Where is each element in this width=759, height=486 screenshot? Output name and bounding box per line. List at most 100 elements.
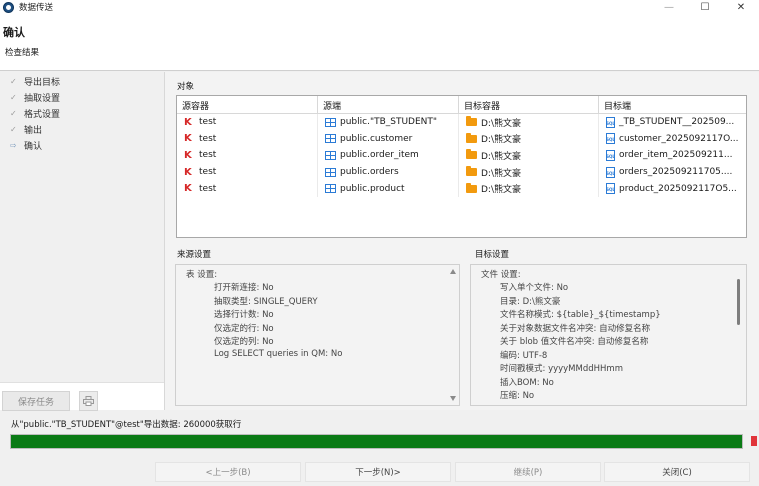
cell-text: public.order_item [340,150,419,161]
sql-file-icon: SQL [606,149,615,161]
scroll-down-icon[interactable] [450,396,456,401]
wizard-header: 确认 检查结果 [0,14,759,71]
export-progress-bar [10,434,743,449]
cell-target: SQL customer_2025092117O... [599,131,746,148]
step-label: 输出 [24,125,43,136]
settings-line: 编码: UTF-8 [500,350,548,361]
save-task-button[interactable]: 保存任务 [2,391,70,411]
close-window-button[interactable]: ✕ [723,0,759,14]
settings-line: 插入BOM: No [500,377,554,388]
cell-text: public.orders [340,167,399,178]
maximize-button[interactable]: ☐ [687,0,723,14]
objects-table: 源容器 源端 目标容器 目标端 Ktest public."TB_STUDENT… [176,95,747,238]
cell-source-container: Ktest [177,114,318,131]
cell-text: test [199,167,217,178]
step-export-target[interactable]: ✓ 导出目标 [10,74,60,88]
table-icon [325,184,336,194]
database-icon: K [184,166,192,178]
cell-source: public."TB_STUDENT" [318,114,459,131]
window-title: 数据传送 [19,3,54,13]
cell-text: D:\熊文豪 [481,168,521,179]
sql-file-icon: SQL [606,166,615,178]
step-label: 导出目标 [24,77,61,88]
page-title: 确认 [3,26,25,39]
cell-source: public.customer [318,130,459,148]
table-row[interactable]: Ktest public.orders D:\熊文豪 SQL orders_202… [177,163,746,181]
cell-target-container: D:\熊文豪 [459,114,599,131]
cell-text: test [199,133,217,144]
settings-line: 目录: D:\熊文豪 [500,296,561,307]
step-output[interactable]: ✓ 输出 [10,122,42,136]
cell-text: _TB_STUDENT__202509... [619,117,735,128]
cell-source-container: Ktest [177,180,318,197]
target-settings-panel[interactable]: 文件 设置: 写入单个文件: No 目录: D:\熊文豪 文件名称模式: ${t… [470,264,747,406]
column-header-target[interactable]: 目标端 [599,96,746,114]
cell-target-container: D:\熊文豪 [459,130,599,148]
database-icon: K [184,183,192,195]
window-controls: — ☐ ✕ [651,0,759,14]
wizard-steps-panel: ✓ 导出目标 ✓ 抽取设置 ✓ 格式设置 ✓ 输出 ⇨ 确认 [0,72,164,410]
settings-heading: 表 设置: [186,270,218,280]
step-confirm[interactable]: ⇨ 确认 [10,138,42,152]
table-icon [325,117,336,127]
table-row[interactable]: Ktest public."TB_STUDENT" D:\熊文豪 SQL _TB_… [177,114,746,131]
column-header-target-container[interactable]: 目标容器 [459,96,599,114]
next-button[interactable]: 下一步(N)> [305,462,451,482]
cell-source: public.order_item [318,147,459,164]
target-settings-scrollbar[interactable] [733,265,744,405]
column-header-source[interactable]: 源端 [318,96,459,114]
table-row[interactable]: Ktest public.order_item D:\熊文豪 SQL order_… [177,147,746,164]
step-format-settings[interactable]: ✓ 格式设置 [10,106,60,120]
settings-line: 写入单个文件: No [500,283,569,293]
table-icon [325,134,336,144]
check-icon: ✓ [10,124,17,134]
step-label: 格式设置 [24,109,61,120]
cell-text: test [199,183,217,194]
stop-icon[interactable] [751,436,757,446]
status-text: 从"public."TB_STUDENT"@test"导出数据: 260000获… [11,420,242,430]
cell-text: public.customer [340,133,413,144]
step-label: 抽取设置 [24,93,61,104]
cell-text: D:\熊文豪 [481,185,521,196]
table-row[interactable]: Ktest public.customer D:\熊文豪 SQL customer… [177,130,746,148]
cell-target-container: D:\熊文豪 [459,180,599,197]
settings-line: 关于对象数据文件名冲突: 自动修复名称 [500,323,651,334]
folder-icon [466,149,477,160]
step-label: 确认 [24,141,43,152]
cell-text: public.product [340,183,405,194]
objects-label: 对象 [177,82,195,92]
printer-icon [83,396,94,406]
close-button[interactable]: 关闭(C) [604,462,750,482]
source-settings-label: 来源设置 [177,250,212,260]
cell-target-container: D:\熊文豪 [459,163,599,181]
settings-line: 选择行计数: No [214,310,274,320]
settings-line: 压缩: No [500,391,535,401]
cell-text: D:\熊文豪 [481,151,521,162]
settings-line: 文件名称模式: ${table}_${timestamp} [500,310,661,320]
table-row[interactable]: Ktest public.product D:\熊文豪 SQL product_2… [177,180,746,197]
check-icon: ✓ [10,92,17,102]
print-button[interactable] [79,391,98,411]
column-header-source-container[interactable]: 源容器 [177,96,318,114]
previous-button[interactable]: <上一步(B) [155,462,301,482]
scroll-thumb[interactable] [737,279,740,325]
settings-line: Log SELECT queries in QM: No [214,348,343,359]
cell-source: public.orders [318,163,459,181]
settings-line: 打开新连接: No [214,283,274,293]
folder-icon [466,166,477,177]
step-extract-settings[interactable]: ✓ 抽取设置 [10,90,60,104]
cell-target: SQL orders_202509211705.... [599,164,746,181]
continue-button[interactable]: 继续(P) [455,462,601,482]
source-settings-panel[interactable]: 表 设置: 打开新连接: No 抽取类型: SINGLE_QUERY 选择行计数… [175,264,460,406]
cell-target: SQL _TB_STUDENT__202509... [599,114,746,131]
scroll-up-icon[interactable] [450,269,456,274]
settings-line: 时间戳模式: yyyyMMddHHmm [500,364,623,374]
source-settings-scrollbar[interactable] [448,265,459,405]
cell-text: order_item_202509211... [619,150,733,161]
folder-icon [466,182,477,193]
sql-file-icon: SQL [606,133,615,145]
minimize-button[interactable]: — [651,0,687,14]
cell-text: D:\熊文豪 [481,118,521,129]
cell-target-container: D:\熊文豪 [459,147,599,164]
database-icon: K [184,116,192,128]
